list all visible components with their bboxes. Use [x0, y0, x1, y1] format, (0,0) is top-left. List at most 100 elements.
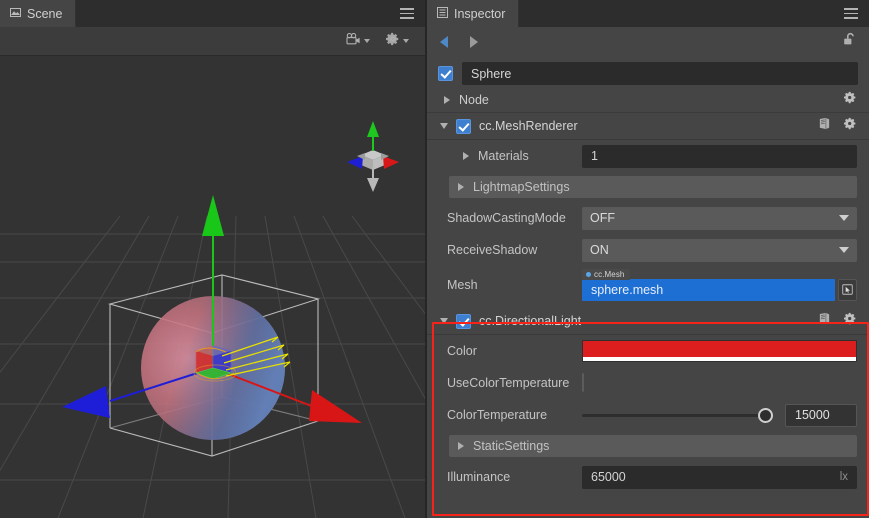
- illuminance-input[interactable]: 65000 lx: [582, 466, 857, 489]
- chevron-down-icon[interactable]: [440, 123, 448, 129]
- directional-light-enabled-checkbox[interactable]: [456, 314, 471, 329]
- chevron-down-icon: [839, 215, 849, 221]
- node-header-row: Sphere: [427, 60, 869, 87]
- property-illuminance: Illuminance 65000 lx: [427, 461, 869, 493]
- static-settings-label: StaticSettings: [473, 439, 549, 453]
- shadow-casting-mode-label: ShadowCastingMode: [427, 211, 582, 225]
- chevron-right-icon[interactable]: [444, 96, 450, 104]
- materials-field: 1: [582, 145, 857, 168]
- materials-count-input[interactable]: 1: [582, 145, 857, 168]
- property-materials: Materials 1: [427, 140, 869, 172]
- scene-icon: [10, 7, 21, 21]
- inspector-tabbar-filler: [519, 0, 869, 27]
- color-field: [582, 340, 857, 362]
- component-title: cc.DirectionalLight: [479, 314, 581, 328]
- inspector-tabbar: Inspector: [427, 0, 869, 27]
- chevron-right-icon[interactable]: [463, 152, 469, 160]
- chevron-right-icon[interactable]: [458, 442, 464, 450]
- illuminance-value: 65000: [591, 470, 626, 484]
- scene-viewport[interactable]: [0, 55, 425, 518]
- component-header-mesh-renderer[interactable]: cc.MeshRenderer: [427, 113, 869, 140]
- chevron-down-icon: [839, 247, 849, 253]
- slider-track: [582, 414, 773, 417]
- help-book-icon[interactable]: [818, 117, 831, 135]
- chevron-down-icon: [403, 39, 409, 43]
- scene-panel: Scene: [0, 0, 425, 518]
- color-swatch[interactable]: [582, 340, 857, 362]
- color-swatch-main: [583, 341, 856, 357]
- slider-knob[interactable]: [758, 408, 773, 423]
- materials-label: Materials: [478, 149, 529, 163]
- color-swatch-alpha: [583, 357, 856, 361]
- mesh-field: cc.Mesh sphere.mesh: [582, 270, 857, 301]
- unlocked-padlock-icon[interactable]: [843, 32, 857, 52]
- scene-tabbar: Scene: [0, 0, 425, 27]
- section-node-label: Node: [459, 93, 489, 107]
- property-color-temperature: ColorTemperature 15000: [427, 399, 869, 431]
- mesh-label: Mesh: [427, 278, 582, 292]
- receive-shadow-select[interactable]: ON: [582, 239, 857, 262]
- component-actions: [818, 312, 857, 330]
- use-color-temperature-label: UseColorTemperature: [427, 376, 582, 390]
- chevron-right-icon[interactable]: [458, 183, 464, 191]
- receive-shadow-value: ON: [590, 243, 609, 257]
- illuminance-label: Illuminance: [427, 470, 582, 484]
- forward-arrow-icon[interactable]: [470, 36, 478, 48]
- illuminance-unit: lx: [840, 471, 848, 483]
- use-color-temperature-field: [582, 374, 857, 392]
- shadow-casting-mode-select[interactable]: OFF: [582, 207, 857, 230]
- materials-label-group[interactable]: Materials: [427, 149, 582, 163]
- chevron-down-icon: [364, 39, 370, 43]
- color-label: Color: [427, 344, 582, 358]
- mesh-type-badge: cc.Mesh: [582, 269, 630, 280]
- section-node[interactable]: Node: [427, 87, 869, 113]
- mesh-renderer-enabled-checkbox[interactable]: [456, 119, 471, 134]
- fold-lightmap-settings[interactable]: LightmapSettings: [449, 176, 857, 198]
- gear-icon[interactable]: [844, 91, 857, 109]
- component-title: cc.MeshRenderer: [479, 119, 578, 133]
- property-shadow-casting-mode: ShadowCastingMode OFF: [427, 202, 869, 234]
- camera-icon: [346, 32, 361, 50]
- color-temperature-field: 15000: [582, 404, 857, 427]
- node-enabled-checkbox[interactable]: [438, 66, 453, 81]
- gear-icon[interactable]: [844, 312, 857, 330]
- gear-icon[interactable]: [844, 117, 857, 135]
- tab-inspector[interactable]: Inspector: [427, 0, 519, 27]
- property-use-color-temperature: UseColorTemperature: [427, 367, 869, 399]
- inspector-navbar: [427, 27, 869, 57]
- receive-shadow-field: ON: [582, 239, 857, 262]
- asset-picker-icon[interactable]: [838, 279, 857, 301]
- component-header-directional-light[interactable]: cc.DirectionalLight: [427, 308, 869, 335]
- node-name-input[interactable]: Sphere: [462, 62, 858, 85]
- hamburger-menu-icon[interactable]: [400, 8, 414, 19]
- scene-gear-button[interactable]: [386, 32, 409, 51]
- cocos-creator-editor: Scene: [0, 0, 869, 518]
- mesh-type-badge-label: cc.Mesh: [594, 270, 625, 279]
- tab-scene-label: Scene: [27, 7, 62, 21]
- tab-scene[interactable]: Scene: [0, 0, 76, 27]
- inspector-icon: [437, 7, 448, 21]
- inspector-content: Sphere Node cc.MeshRenderer: [427, 57, 869, 518]
- scene-tabbar-filler: [76, 0, 425, 27]
- scene-toolbar: [0, 27, 425, 55]
- help-book-icon[interactable]: [818, 312, 831, 330]
- hamburger-menu-icon[interactable]: [844, 8, 858, 19]
- lightmap-settings-label: LightmapSettings: [473, 180, 570, 194]
- gear-icon: [386, 32, 400, 51]
- chevron-down-icon[interactable]: [440, 318, 448, 324]
- receive-shadow-label: ReceiveShadow: [427, 243, 582, 257]
- illuminance-field: 65000 lx: [582, 466, 857, 489]
- asset-type-dot-icon: [586, 272, 591, 277]
- shadow-casting-mode-field: OFF: [582, 207, 857, 230]
- color-temperature-input[interactable]: 15000: [785, 404, 857, 427]
- camera-settings-button[interactable]: [346, 32, 370, 50]
- back-arrow-icon[interactable]: [440, 36, 448, 48]
- property-receive-shadow: ReceiveShadow ON: [427, 234, 869, 266]
- property-mesh: Mesh cc.Mesh sphere.mesh: [427, 266, 869, 304]
- inspector-panel: Inspector Sphere: [425, 0, 869, 518]
- color-temperature-slider[interactable]: [582, 407, 773, 423]
- use-color-temperature-checkbox[interactable]: [582, 373, 584, 392]
- fold-static-settings[interactable]: StaticSettings: [449, 435, 857, 457]
- component-actions: [818, 117, 857, 135]
- mesh-asset-input[interactable]: sphere.mesh: [582, 279, 835, 301]
